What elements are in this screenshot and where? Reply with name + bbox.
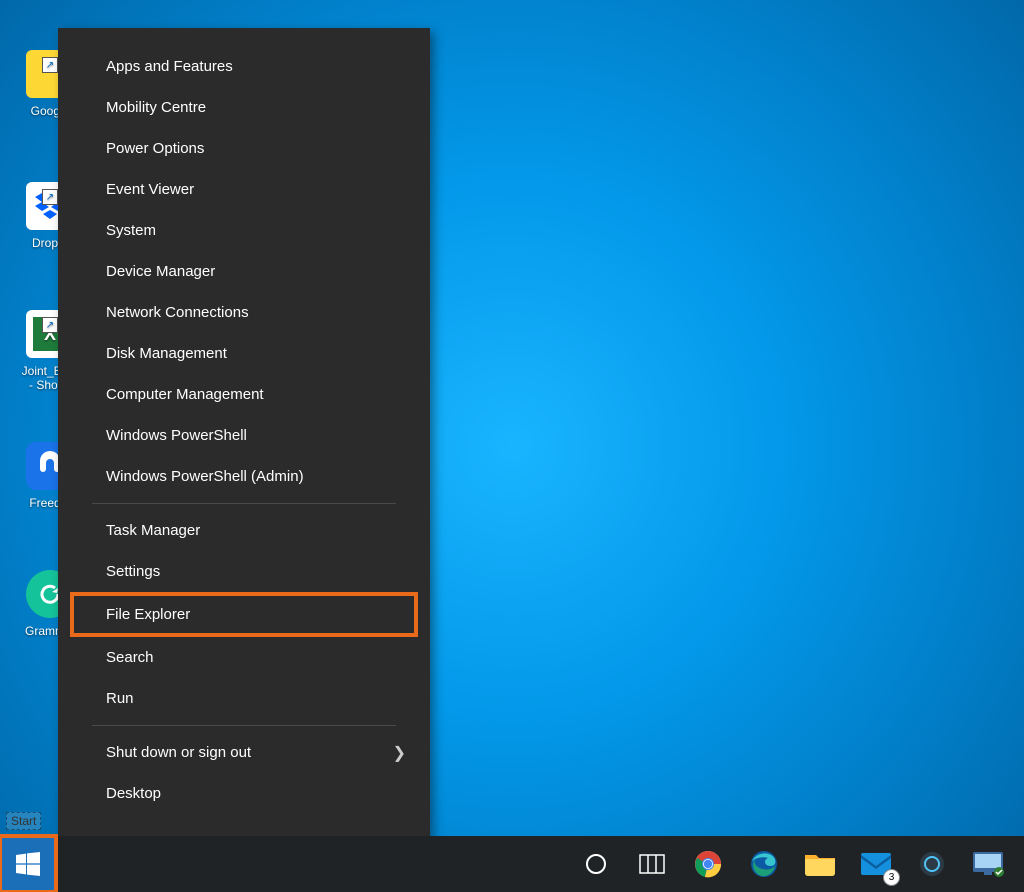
task-view-icon [639,854,665,874]
taskbar-app-monitor[interactable] [966,844,1010,884]
folder-icon [805,852,835,876]
menu-separator [92,725,396,726]
cortana-circle-icon [584,852,608,876]
start-tooltip: Start [6,812,41,830]
cortana-app-icon [919,851,945,877]
taskbar-cortana[interactable] [574,844,618,884]
monitor-icon [972,851,1004,877]
chrome-icon [694,850,722,878]
menu-item-powershell[interactable]: Windows PowerShell [58,415,430,456]
windows-logo-icon [16,852,40,876]
desktop[interactable]: ↗ Google ↗ Drop... X ↗ Joint_Bu... - Sho… [0,0,1024,892]
edge-icon [750,850,778,878]
menu-item-disk-management[interactable]: Disk Management [58,333,430,374]
menu-item-desktop[interactable]: Desktop [58,773,430,814]
menu-separator [92,503,396,504]
menu-item-computer-management[interactable]: Computer Management [58,374,430,415]
taskbar-file-explorer[interactable] [798,844,842,884]
menu-item-run[interactable]: Run [58,678,430,719]
start-button[interactable] [0,836,56,892]
menu-item-powershell-admin[interactable]: Windows PowerShell (Admin) [58,456,430,497]
menu-item-apps-features[interactable]: Apps and Features [58,46,430,87]
mail-badge: 3 [883,869,900,886]
menu-item-task-manager[interactable]: Task Manager [58,510,430,551]
menu-item-network-connections[interactable]: Network Connections [58,292,430,333]
menu-item-power-options[interactable]: Power Options [58,128,430,169]
taskbar-chrome[interactable] [686,844,730,884]
winx-power-menu: Apps and Features Mobility Centre Power … [58,28,430,866]
taskbar: 3 [0,836,1024,892]
menu-item-settings[interactable]: Settings [58,551,430,592]
taskbar-mail[interactable]: 3 [854,844,898,884]
menu-item-system[interactable]: System [58,210,430,251]
taskbar-cortana-app[interactable] [910,844,954,884]
taskbar-task-view[interactable] [630,844,674,884]
menu-item-file-explorer[interactable]: File Explorer [72,594,416,635]
chevron-right-icon: ❯ [393,743,406,763]
menu-item-shutdown[interactable]: Shut down or sign out ❯ [58,732,430,773]
menu-item-device-manager[interactable]: Device Manager [58,251,430,292]
menu-item-event-viewer[interactable]: Event Viewer [58,169,430,210]
taskbar-edge[interactable] [742,844,786,884]
menu-item-mobility-centre[interactable]: Mobility Centre [58,87,430,128]
menu-item-search[interactable]: Search [58,637,430,678]
